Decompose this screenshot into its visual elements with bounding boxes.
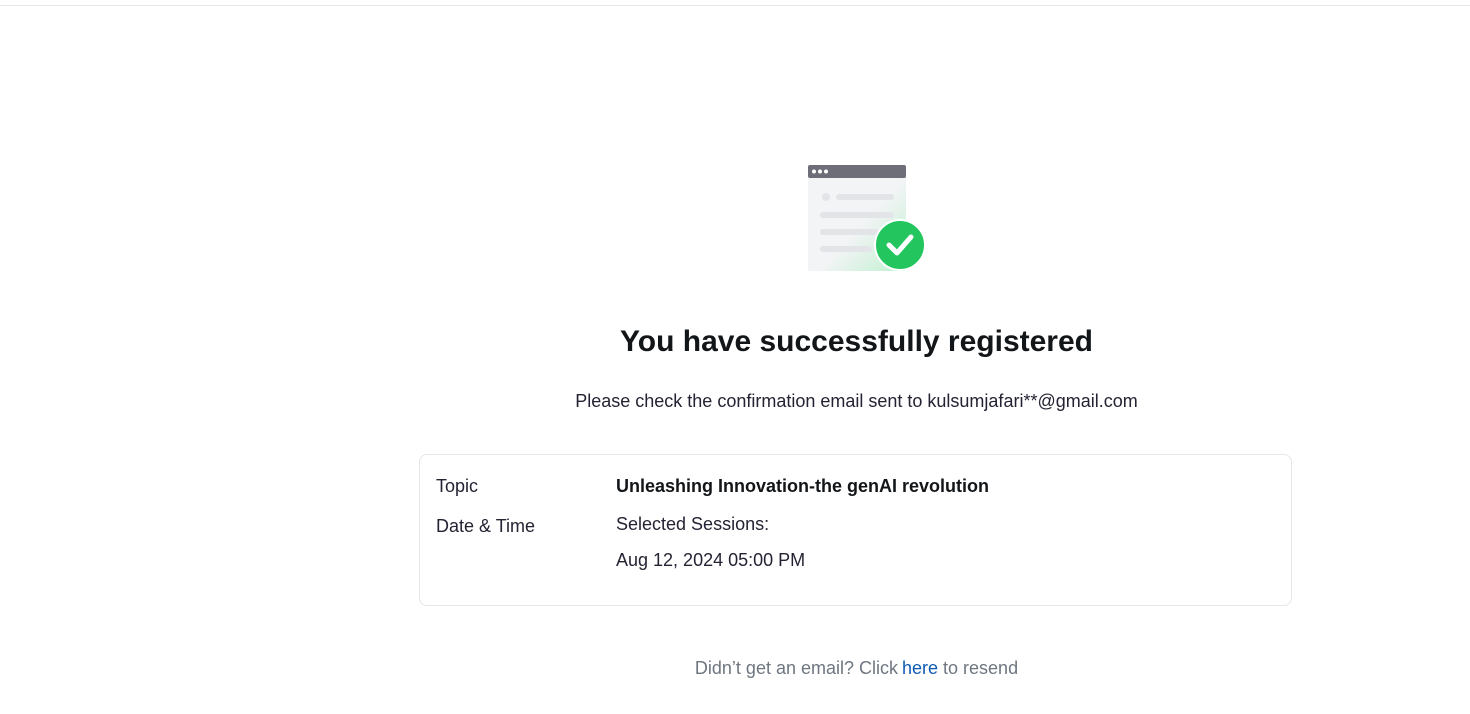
resend-suffix: to resend — [943, 658, 1019, 678]
topic-value: Unleashing Innovation-the genAI revoluti… — [616, 476, 990, 496]
registration-details-card: Topic Unleashing Innovation-the genAI re… — [419, 454, 1292, 606]
top-divider — [0, 0, 1470, 6]
page-title: You have successfully registered — [620, 325, 1093, 358]
resend-prefix: Didn’t get an email? Click — [694, 658, 898, 678]
registration-success-illustration — [806, 163, 928, 273]
confirmation-message: Please check the confirmation email sent… — [575, 391, 1138, 411]
datetime-label: Date & Time — [436, 516, 536, 536]
topic-label: Topic — [436, 476, 479, 496]
browser-window-check-icon — [808, 165, 926, 271]
selected-sessions-label: Selected Sessions: — [616, 514, 770, 534]
resend-here-link[interactable]: here — [902, 658, 938, 678]
session-datetime: Aug 12, 2024 05:00 PM — [616, 550, 806, 570]
resend-email-prompt: Didn’t get an email? Click here to resend — [0, 656, 1470, 680]
